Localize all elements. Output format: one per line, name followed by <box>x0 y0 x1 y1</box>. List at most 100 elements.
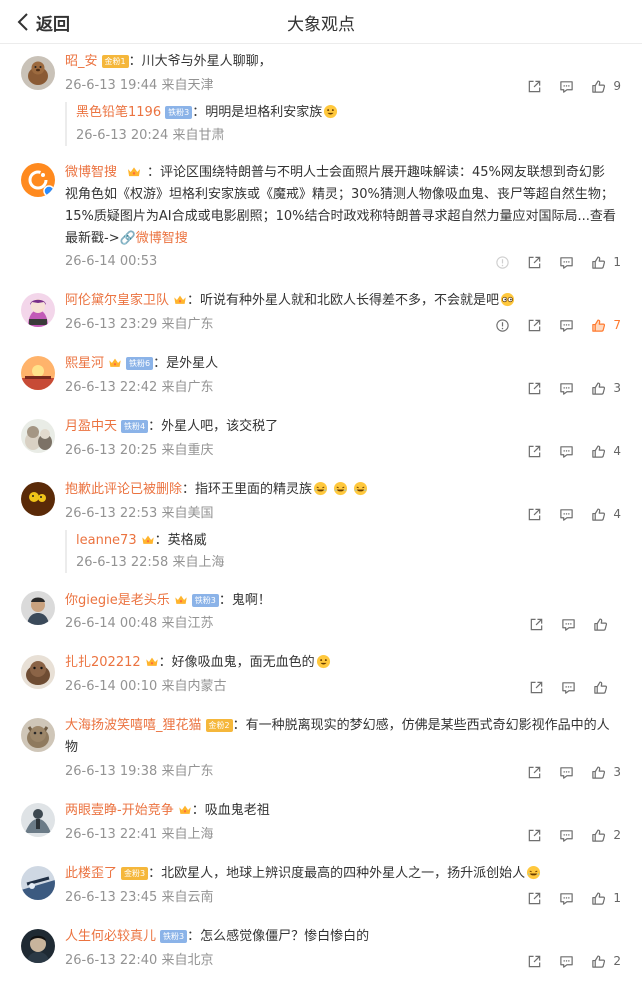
comment-username[interactable]: 昭_安 <box>65 54 98 69</box>
avatar[interactable] <box>21 718 55 752</box>
comment-meta: 26-6-13 20:25 来自重庆 <box>65 441 214 461</box>
share-button[interactable] <box>527 507 542 522</box>
share-button[interactable] <box>527 318 542 333</box>
fan-badge: 金粉3 <box>121 867 149 880</box>
comment-location: 来自云南 <box>161 890 214 905</box>
share-icon <box>527 255 542 270</box>
comment-username[interactable]: 微博智搜 <box>65 165 117 180</box>
report-button[interactable] <box>495 255 510 270</box>
glasses-emoji-icon <box>500 292 515 307</box>
weibo-search-link[interactable]: 🔗微博智搜 <box>120 231 188 246</box>
like-button[interactable]: 1 <box>591 255 621 270</box>
like-button[interactable] <box>593 617 621 632</box>
reply-text: ：英格威 <box>154 533 207 548</box>
fan-badge: 铁粉4 <box>121 420 149 433</box>
comment-text-line: ：评论区围绕特朗普与不明人士会面照片展开趣味解读：45%网友联想到奇幻影 <box>147 165 605 180</box>
reply-username[interactable]: 黑色铅笔1196 <box>76 105 161 120</box>
share-button[interactable] <box>527 954 542 969</box>
comment-username[interactable]: 熙星河 <box>65 356 104 371</box>
comment-meta: 26-6-13 22:53 来自美国 <box>65 504 214 524</box>
reply-button[interactable] <box>559 828 574 843</box>
share-icon <box>527 891 542 906</box>
reply-button[interactable] <box>559 507 574 522</box>
comment-username[interactable]: 你giegie是老头乐 <box>65 593 170 608</box>
share-button[interactable] <box>527 891 542 906</box>
reply-block[interactable]: leanne73 ：英格威 26-6-13 22:58 来自上海 <box>65 530 622 573</box>
report-button[interactable] <box>495 318 510 333</box>
comment-meta: 26-6-13 22:42 来自广东 <box>65 378 214 398</box>
reply-button[interactable] <box>559 318 574 333</box>
laugh-emoji-icon <box>333 481 348 496</box>
comment-time: 26-6-13 22:53 <box>65 506 158 521</box>
comment-username[interactable]: 两眼壹睁-开始竞争 <box>65 803 174 818</box>
share-button[interactable] <box>529 680 544 695</box>
reply-button[interactable] <box>559 79 574 94</box>
reply-button[interactable] <box>561 680 576 695</box>
reply-button[interactable] <box>559 255 574 270</box>
share-button[interactable] <box>527 381 542 396</box>
share-button[interactable] <box>527 828 542 843</box>
reply-button[interactable] <box>559 381 574 396</box>
avatar[interactable] <box>21 866 55 900</box>
comment-meta: 26-6-13 19:38 来自广东 <box>65 762 214 782</box>
comment-text-line: 15%质疑图片为AI合成或电影剧照；10%结合时政戏称特朗普寻求超自然力量应对国… <box>65 209 616 224</box>
share-button[interactable] <box>527 765 542 780</box>
like-button[interactable]: 3 <box>591 765 621 780</box>
share-button[interactable] <box>527 255 542 270</box>
crown-icon <box>174 593 188 606</box>
comment-text-line: 视角色如《权游》坦格利安家族或《魔戒》精灵；30%猜测人物像吸血鬼、丧尸等超自然… <box>65 187 614 202</box>
like-button[interactable] <box>593 680 621 695</box>
avatar[interactable] <box>21 163 55 197</box>
like-button[interactable]: 2 <box>591 954 621 969</box>
like-button[interactable]: 4 <box>591 507 621 522</box>
thumbs-up-icon <box>591 255 606 270</box>
reply-username[interactable]: leanne73 <box>76 533 137 548</box>
fan-badge: 金粉1 <box>101 55 129 68</box>
like-button[interactable]: 3 <box>591 381 621 396</box>
crown-icon <box>141 533 155 546</box>
like-count: 1 <box>613 891 621 905</box>
comment-meta: 26-6-13 23:45 来自云南 <box>65 888 214 908</box>
avatar[interactable] <box>21 293 55 327</box>
reply-time: 26-6-13 22:58 <box>76 555 169 570</box>
thumbs-up-icon <box>591 444 606 459</box>
comment-username[interactable]: 阿伦黛尔皇家卫队 <box>65 293 169 308</box>
comment-username[interactable]: 月盈中天 <box>65 419 117 434</box>
comment-username[interactable]: 人生何必较真儿 <box>65 929 156 944</box>
like-button[interactable]: 2 <box>591 828 621 843</box>
like-button[interactable]: 4 <box>591 444 621 459</box>
reply-button[interactable] <box>561 617 576 632</box>
comment-meta: 26-6-14 00:48 来自江苏 <box>65 614 214 634</box>
comment-location: 来自江苏 <box>161 616 214 631</box>
avatar[interactable] <box>21 929 55 963</box>
reply-block[interactable]: 黑色铅笔1196 铁粉3 ：明明是坦格利安家族 26-6-13 20:24 来自甘肃 <box>65 102 622 146</box>
share-button[interactable] <box>529 617 544 632</box>
avatar[interactable] <box>21 591 55 625</box>
avatar[interactable] <box>21 356 55 390</box>
share-button[interactable] <box>527 79 542 94</box>
comment-location: 来自广东 <box>161 764 214 779</box>
avatar[interactable] <box>21 419 55 453</box>
comment-text: ：吸血鬼老祖 <box>191 803 270 818</box>
avatar[interactable] <box>21 803 55 837</box>
reply-button[interactable] <box>559 954 574 969</box>
like-button[interactable]: 7 <box>591 318 621 333</box>
like-button[interactable]: 9 <box>591 79 621 94</box>
comment-username[interactable]: 抱歉此评论已被删除 <box>65 482 182 497</box>
share-button[interactable] <box>527 444 542 459</box>
avatar[interactable] <box>21 655 55 689</box>
comment-time: 26-6-14 00:48 <box>65 616 158 631</box>
avatar[interactable] <box>21 56 55 90</box>
like-button[interactable]: 1 <box>591 891 621 906</box>
fan-badge: 铁粉3 <box>191 594 219 607</box>
avatar[interactable] <box>21 482 55 516</box>
comment-username[interactable]: 此楼歪了 <box>65 866 117 881</box>
reply-button[interactable] <box>559 765 574 780</box>
like-count: 3 <box>613 765 621 779</box>
reply-button[interactable] <box>559 891 574 906</box>
reply-button[interactable] <box>559 444 574 459</box>
comment-text: ：川大爷与外星人聊聊， <box>128 54 272 69</box>
like-count: 3 <box>613 381 621 395</box>
comment-username[interactable]: 大海扬波笑嘻嘻_狸花猫 <box>65 718 202 733</box>
comment-username[interactable]: 扎扎202212 <box>65 655 141 670</box>
